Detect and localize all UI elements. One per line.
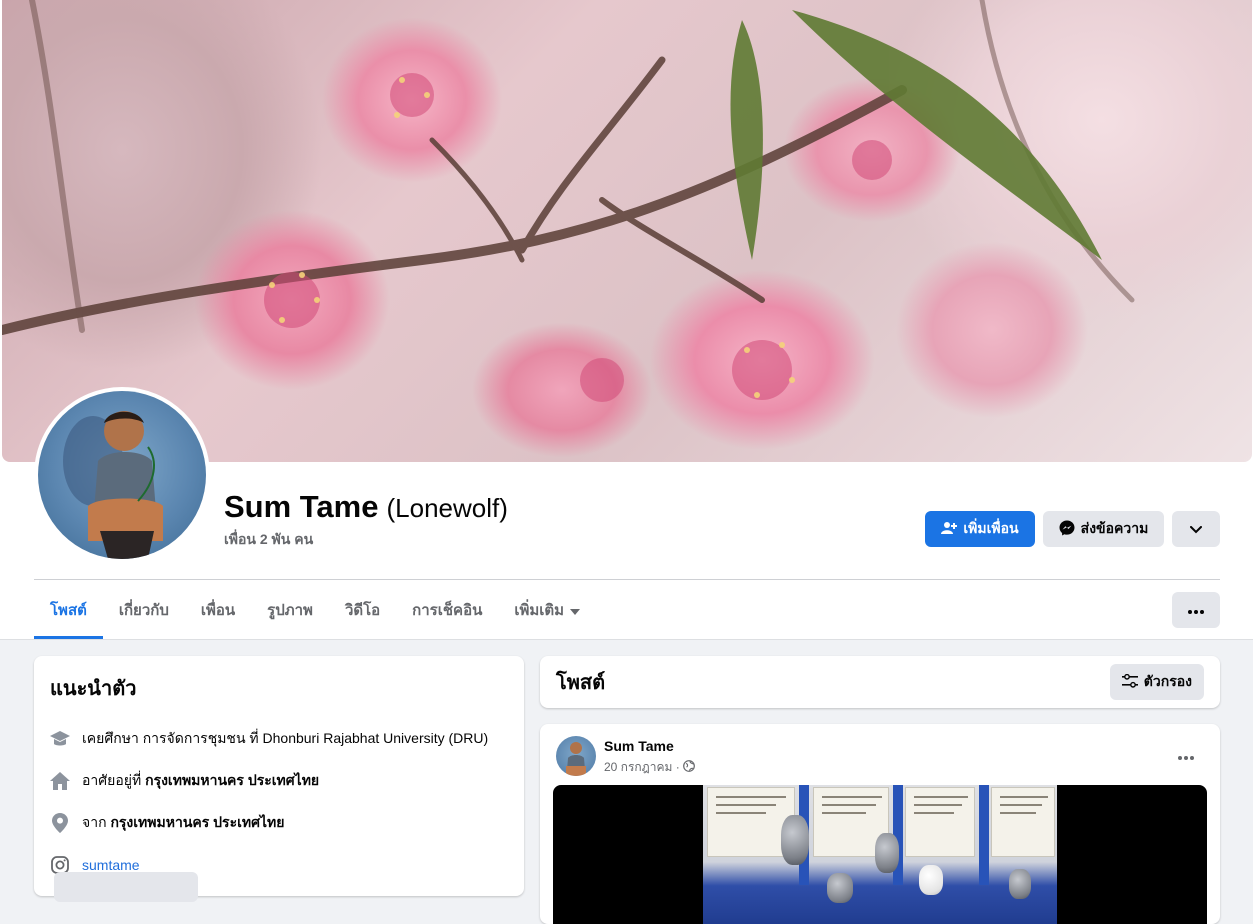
globe-icon [682, 760, 695, 775]
chevron-down-icon [1190, 521, 1202, 537]
tab-videos[interactable]: วิดีโอ [329, 581, 396, 639]
amulet-package [905, 787, 975, 857]
tab-label: การเช็คอิน [412, 602, 483, 619]
post-card: Sum Tame 20 กรกฎาคม · [540, 724, 1220, 924]
intro-education: เคยศึกษา การจัดการชุมชน ที่ Dhonburi Raj… [50, 718, 508, 760]
tab-label: รูปภาพ [267, 602, 313, 619]
profile-tabs: โพสต์ เกี่ยวกับ เพื่อน รูปภาพ วิดีโอ การ… [34, 581, 596, 639]
lives-prefix: อาศัยอยู่ที่ [82, 772, 142, 788]
tab-label: วิดีโอ [344, 602, 381, 619]
from-prefix: จาก [82, 814, 107, 830]
profile-dropdown-button[interactable] [1172, 511, 1220, 547]
post-author-name[interactable]: Sum Tame [604, 738, 674, 754]
avatar [38, 391, 206, 559]
graduation-cap-icon [50, 729, 70, 749]
caret-down-icon [570, 602, 581, 619]
add-friend-icon [941, 520, 958, 539]
tab-friends[interactable]: เพื่อน [185, 581, 251, 639]
tab-label: เกี่ยวกับ [118, 602, 169, 619]
post-options-button[interactable] [1168, 738, 1204, 774]
intro-edit-button[interactable] [54, 872, 198, 902]
profile-alias: (Lonewolf) [386, 493, 508, 523]
lives-place-link[interactable]: กรุงเทพมหานคร ประเทศไทย [145, 772, 319, 788]
add-friend-label: เพิ่มเพื่อน [963, 520, 1019, 536]
message-label: ส่งข้อความ [1080, 520, 1149, 536]
profile-picture[interactable] [34, 387, 210, 563]
tabs-options-button[interactable] [1172, 592, 1220, 628]
tab-photos[interactable]: รูปภาพ [251, 581, 329, 639]
home-icon [50, 771, 70, 791]
header-divider [34, 579, 1220, 580]
post-author-avatar[interactable] [556, 736, 596, 776]
amulet [919, 865, 943, 895]
location-pin-icon [50, 813, 70, 833]
posts-header-card: โพสต์ ตัวกรอง [540, 656, 1220, 708]
profile-name: Sum Tame [224, 489, 379, 524]
intro-title: แนะนำตัว [50, 678, 137, 700]
tab-label: โพสต์ [50, 602, 87, 619]
intro-from: จาก กรุงเทพมหานคร ประเทศไทย [50, 802, 508, 844]
amulet [875, 833, 899, 873]
education-text: เคยศึกษา การจัดการชุมชน ที่ Dhonburi Raj… [82, 730, 489, 746]
amulet [827, 873, 853, 903]
filter-label: ตัวกรอง [1143, 673, 1192, 689]
more-horizontal-icon [1188, 601, 1204, 619]
add-friend-button[interactable]: เพิ่มเพื่อน [925, 511, 1035, 547]
amulet [1009, 869, 1031, 899]
filter-button[interactable]: ตัวกรอง [1109, 664, 1204, 700]
amulet-package [991, 787, 1055, 857]
tab-label: เพิ่มเติม [514, 602, 565, 619]
posts-title: โพสต์ [556, 672, 606, 694]
filter-icon [1121, 673, 1138, 691]
tab-more[interactable]: เพิ่มเติม [498, 581, 596, 639]
profile-name-row: Sum Tame (Lonewolf) [224, 489, 508, 525]
intro-card: แนะนำตัว เคยศึกษา การจัดการชุมชน ที่ Dho… [34, 656, 524, 902]
from-place-link[interactable]: กรุงเทพมหานคร ประเทศไทย [110, 814, 284, 830]
tab-label: เพื่อน [200, 602, 236, 619]
messenger-icon [1059, 520, 1075, 539]
instagram-link[interactable]: sumtame [82, 857, 140, 873]
post-photo[interactable] [553, 785, 1207, 924]
tab-about[interactable]: เกี่ยวกับ [103, 581, 185, 639]
message-button[interactable]: ส่งข้อความ [1043, 511, 1164, 547]
intro-lives-in: อาศัยอยู่ที่ กรุงเทพมหานคร ประเทศไทย [50, 760, 508, 802]
amulet-photo [703, 785, 1057, 924]
tab-checkins[interactable]: การเช็คอิน [396, 581, 498, 639]
amulet [781, 815, 809, 865]
more-horizontal-icon [1178, 747, 1194, 765]
friends-count[interactable]: เพื่อน 2 พัน คน [224, 529, 313, 551]
tab-posts[interactable]: โพสต์ [34, 581, 103, 639]
post-date[interactable]: 20 กรกฎาคม · [604, 758, 680, 777]
post-meta: 20 กรกฎาคม · [604, 758, 695, 777]
